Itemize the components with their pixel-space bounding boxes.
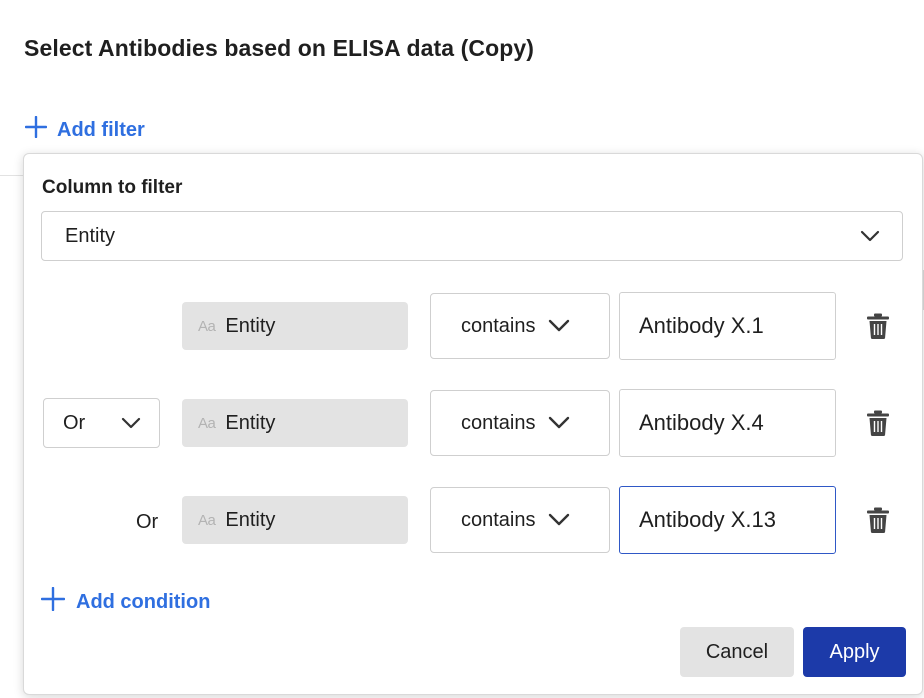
logic-operator-value: Or [63,411,86,434]
plus-icon [24,115,48,144]
page-title: Select Antibodies based on ELISA data (C… [24,35,535,61]
add-filter-label: Add filter [57,118,145,141]
logic-operator-text: Or [136,511,159,533]
value-input[interactable] [619,486,836,554]
chevron-down-icon [860,225,880,248]
field-chip-label: Entity [225,508,276,531]
operator-select[interactable]: contains [430,487,610,553]
filter-popover: Column to filter Entity Aa Entity contai… [23,153,923,695]
field-chip: Aa Entity [182,302,408,350]
add-condition-label: Add condition [76,590,211,613]
column-to-filter-label: Column to filter [42,177,183,198]
field-chip-label: Entity [225,314,276,337]
trash-icon[interactable] [866,313,892,339]
text-type-icon: Aa [198,414,216,432]
field-chip: Aa Entity [182,399,408,447]
background-divider [0,175,24,176]
column-select-value: Entity [65,224,116,247]
plus-icon [40,586,66,617]
field-chip-label: Entity [225,411,276,434]
value-input[interactable] [619,292,836,360]
operator-select[interactable]: contains [430,390,610,456]
add-filter-button[interactable]: Add filter [24,115,145,144]
text-type-icon: Aa [198,511,216,529]
chevron-down-icon [548,509,570,532]
chevron-down-icon [548,315,570,338]
operator-value: contains [461,314,536,337]
operator-value: contains [461,411,536,434]
operator-select[interactable]: contains [430,293,610,359]
trash-icon[interactable] [866,507,892,533]
value-input[interactable] [619,389,836,457]
cancel-button[interactable]: Cancel [680,627,794,677]
chevron-down-icon [121,412,141,435]
logic-operator-select[interactable]: Or [43,398,160,448]
operator-value: contains [461,508,536,531]
add-condition-button[interactable]: Add condition [40,586,211,617]
apply-button[interactable]: Apply [803,627,906,677]
field-chip: Aa Entity [182,496,408,544]
trash-icon[interactable] [866,410,892,436]
chevron-down-icon [548,412,570,435]
text-type-icon: Aa [198,317,216,335]
column-select[interactable]: Entity [41,211,903,261]
